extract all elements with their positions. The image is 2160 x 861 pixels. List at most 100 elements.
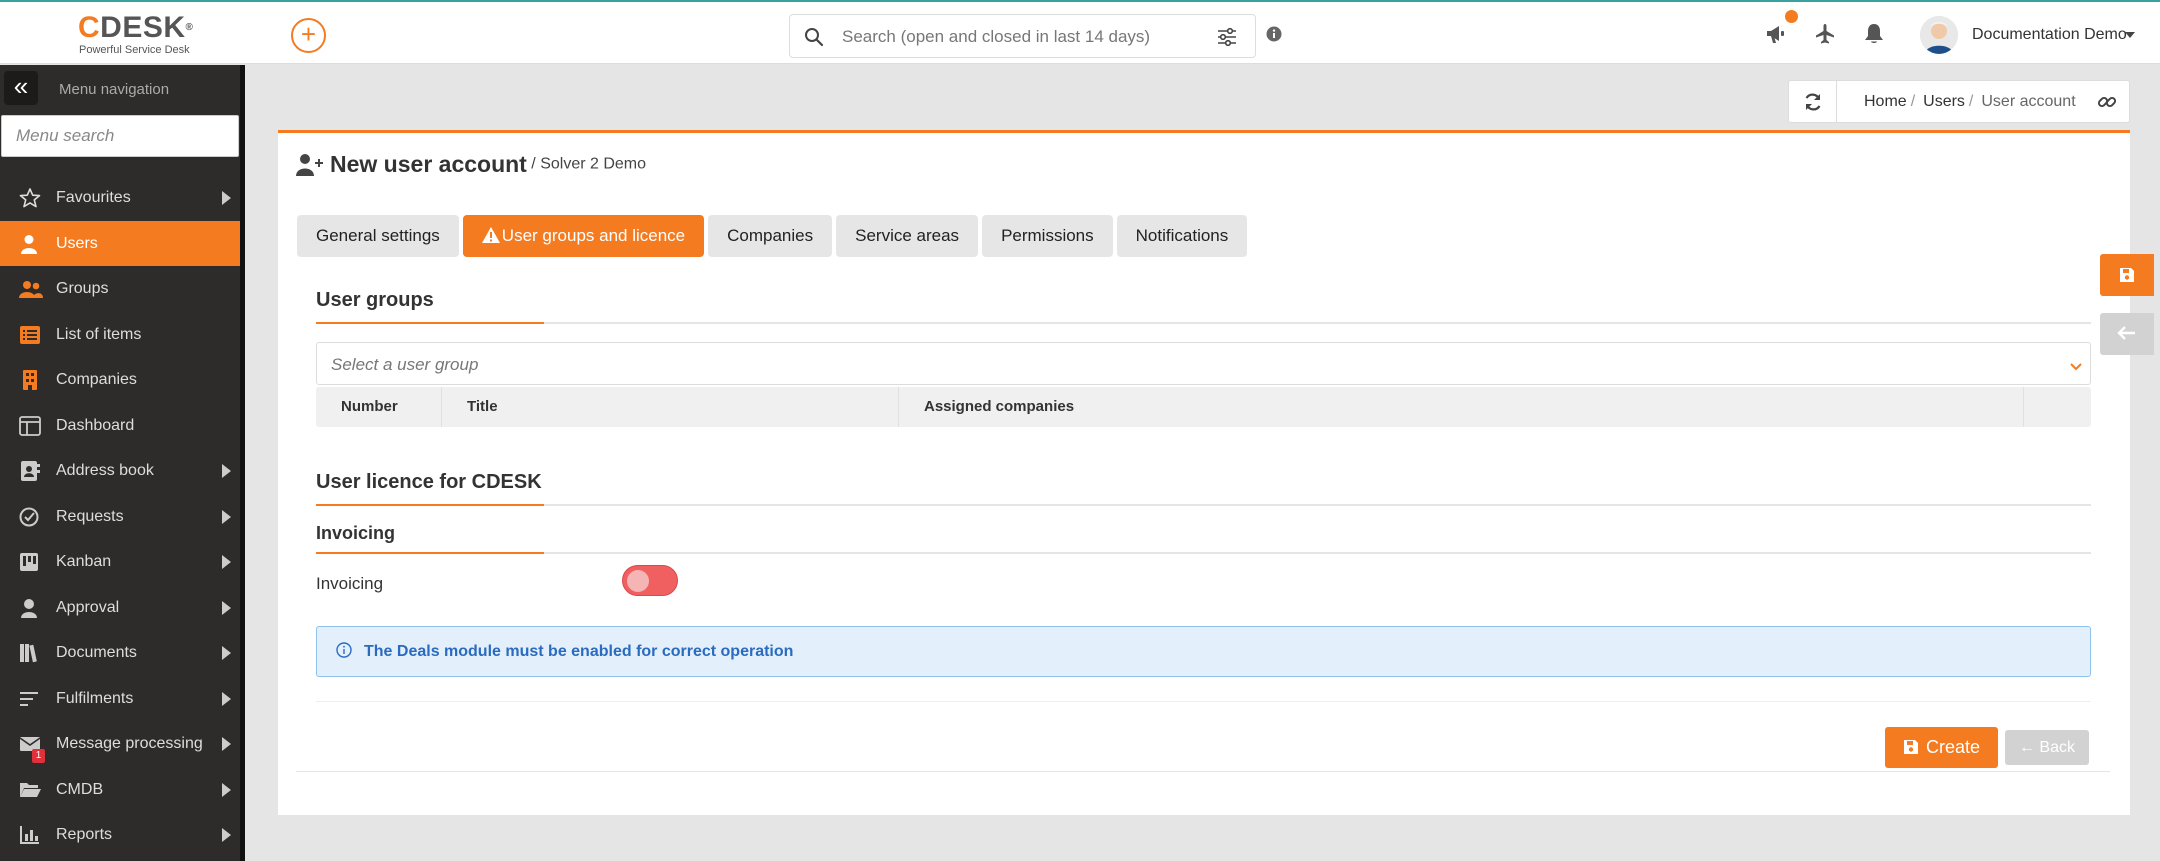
sidebar-item-label: Groups — [56, 280, 109, 297]
search-filter-icon[interactable] — [1217, 27, 1237, 52]
tab-general-settings[interactable]: General settings — [297, 215, 459, 257]
info-circle-icon — [336, 642, 352, 658]
menu-navigation-title: Menu navigation — [59, 81, 170, 98]
chevron-right-icon — [222, 464, 231, 478]
tab-companies[interactable]: Companies — [708, 215, 833, 257]
user-groups-table-header: Number Title Assigned companies — [316, 387, 2091, 427]
breadcrumb-trail: Home / Users / User account — [1864, 93, 2076, 111]
approval-icon — [19, 598, 41, 618]
column-title[interactable]: Title — [442, 387, 899, 427]
quick-add-button[interactable]: + — [291, 18, 326, 53]
info-icon[interactable] — [1266, 26, 1282, 47]
list-icon — [19, 325, 41, 345]
airplane-icon[interactable] — [1814, 23, 1836, 50]
save-icon — [2120, 268, 2134, 282]
invoicing-toggle[interactable] — [622, 565, 678, 596]
sidebar-item-label: Address book — [56, 462, 154, 479]
tab-notifications[interactable]: Notifications — [1116, 215, 1248, 257]
cdesk-logo[interactable]: CDESK® Powerful Service Desk — [78, 11, 194, 57]
arrow-left-icon — [2117, 326, 2135, 340]
sidebar-item-message-processing[interactable]: 1 Message processing — [0, 721, 240, 767]
groups-icon — [19, 279, 43, 299]
breadcrumb-home[interactable]: Home — [1864, 93, 1907, 110]
sidebar-item-label: Approval — [56, 598, 120, 616]
info-alert: The Deals module must be enabled for cor… — [316, 626, 2091, 677]
address-book-icon — [19, 461, 41, 481]
floating-save-button[interactable] — [2100, 254, 2154, 296]
collapse-menu-button[interactable]: « — [4, 71, 38, 105]
tab-service-areas[interactable]: Service areas — [836, 215, 979, 257]
sidebar-item-label: Requests — [56, 507, 124, 525]
top-header: CDESK® Powerful Service Desk + Documenta… — [0, 0, 2160, 64]
chevron-right-icon — [222, 509, 231, 524]
breadcrumb-users[interactable]: Users — [1923, 93, 1965, 110]
notification-dot — [1785, 10, 1798, 23]
sidebar: « Menu navigation Favourites Users Group… — [0, 65, 240, 861]
sidebar-item-documents[interactable]: Documents — [0, 630, 240, 676]
kanban-icon — [19, 552, 41, 572]
chart-icon — [19, 825, 41, 845]
back-button[interactable]: ← Back — [2005, 730, 2089, 765]
refresh-button[interactable] — [1789, 81, 1837, 122]
search-input[interactable] — [842, 24, 1182, 50]
sidebar-item-label: Favourites — [56, 189, 131, 206]
user-group-select[interactable]: Select a user group — [316, 342, 2091, 385]
sidebar-item-list-of-items[interactable]: List of items — [0, 312, 240, 358]
floating-back-button[interactable] — [2100, 313, 2154, 355]
column-assigned-companies[interactable]: Assigned companies — [899, 387, 2024, 427]
sidebar-item-label: Dashboard — [56, 416, 135, 434]
user-icon — [19, 234, 41, 254]
tab-bar: General settings User groups and licence C… — [297, 215, 1251, 257]
sidebar-item-label: Kanban — [56, 553, 112, 570]
chevron-right-icon — [222, 555, 231, 569]
sidebar-item-label: Documents — [56, 644, 137, 661]
sidebar-item-users[interactable]: Users — [0, 220, 240, 266]
user-group-select-placeholder: Select a user group — [331, 355, 479, 374]
tab-user-groups-and-licence[interactable]: User groups and licence — [462, 215, 705, 257]
user-name[interactable]: Documentation Demo — [1972, 26, 2127, 44]
section-divider — [316, 322, 2091, 324]
page-title-text: New user account — [330, 151, 527, 177]
link-icon[interactable] — [2097, 92, 2117, 117]
chevron-down-icon — [2069, 359, 2083, 377]
breadcrumb-separator: / — [1910, 93, 1916, 110]
sidebar-item-companies[interactable]: Companies — [0, 357, 240, 403]
column-number[interactable]: Number — [316, 387, 442, 427]
logo-tagline: Powerful Service Desk — [79, 44, 190, 56]
divider — [316, 701, 2091, 702]
sidebar-item-label: Reports — [56, 826, 113, 843]
fulfilments-icon — [19, 689, 41, 709]
chevron-down-icon[interactable] — [2125, 32, 2135, 38]
sidebar-item-fulfilments[interactable]: Fulfilments — [0, 676, 240, 722]
sidebar-item-requests[interactable]: Requests — [0, 494, 240, 540]
breadcrumb-current: User account — [1981, 93, 2076, 110]
announcement-icon[interactable] — [1765, 23, 1787, 50]
refresh-icon — [1805, 93, 1821, 111]
create-button-label: Create — [1925, 737, 1981, 757]
sidebar-item-approval[interactable]: Approval — [0, 585, 240, 631]
requests-icon — [19, 507, 41, 527]
sidebar-item-label: Companies — [56, 371, 137, 388]
licence-heading: User licence for CDESK — [316, 471, 542, 493]
menu-search-input[interactable] — [1, 115, 239, 157]
sidebar-item-favourites[interactable]: Favourites — [0, 175, 240, 221]
user-avatar[interactable] — [1920, 16, 1958, 54]
create-button[interactable]: Create — [1885, 727, 1998, 768]
chevron-right-icon — [222, 646, 231, 660]
global-search[interactable] — [789, 14, 1256, 58]
sidebar-item-dashboard[interactable]: Dashboard — [0, 403, 240, 449]
chevron-right-icon — [222, 691, 231, 706]
tab-permissions[interactable]: Permissions — [982, 215, 1113, 257]
sidebar-item-reports[interactable]: Reports — [0, 812, 240, 858]
sidebar-item-label: Users — [56, 234, 98, 252]
bell-icon[interactable] — [1864, 23, 1884, 50]
sidebar-item-address-book[interactable]: Address book — [0, 448, 240, 494]
chevron-right-icon — [222, 782, 231, 797]
menu-list: Favourites Users Groups List of items Co… — [0, 175, 240, 858]
sidebar-item-groups[interactable]: Groups — [0, 266, 240, 312]
chevron-right-icon — [222, 737, 231, 751]
logo-wordmark: CDESK® — [78, 11, 194, 44]
sidebar-item-label: Message processing — [56, 735, 203, 752]
sidebar-item-cmdb[interactable]: CMDB — [0, 767, 240, 813]
sidebar-item-kanban[interactable]: Kanban — [0, 539, 240, 585]
